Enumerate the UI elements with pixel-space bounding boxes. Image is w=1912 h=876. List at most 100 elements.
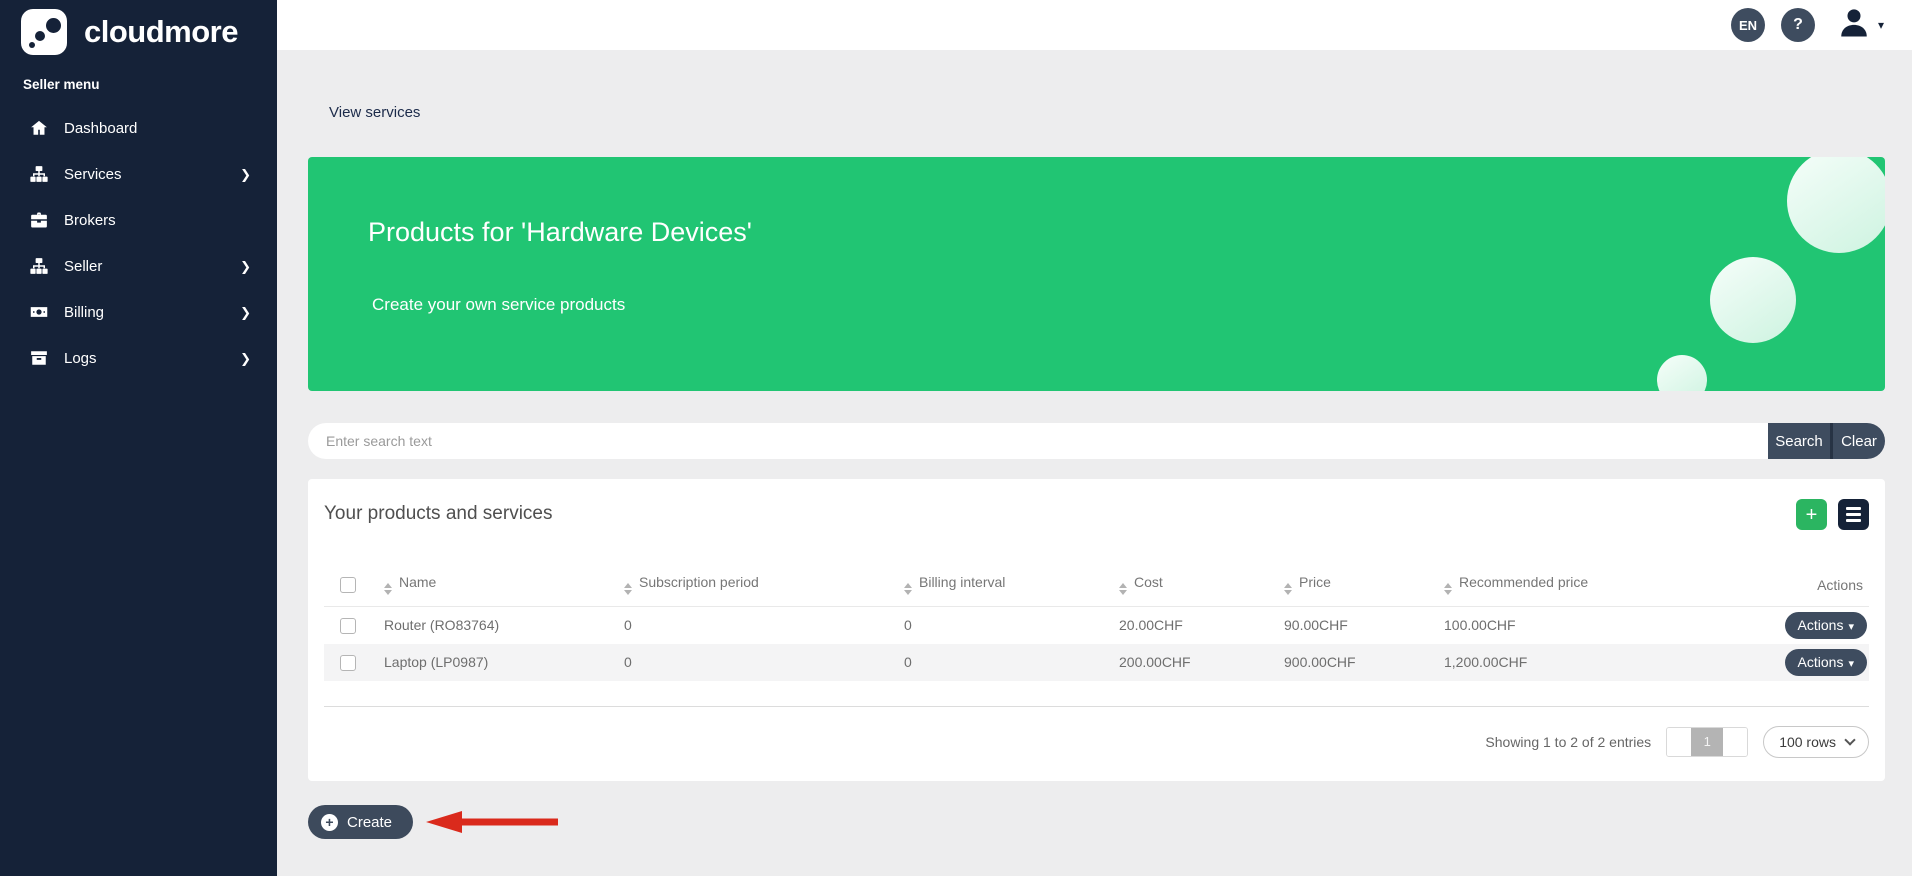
search-input[interactable]: [308, 423, 1768, 459]
previous-page-button[interactable]: [1667, 728, 1691, 756]
table-row: Router (RO83764) 0 0 20.00CHF 90.00CHF 1…: [324, 607, 1869, 644]
column-header-actions: Actions: [1684, 566, 1869, 607]
paginator: 1: [1666, 727, 1748, 757]
search-bar: Search Clear: [308, 423, 1885, 459]
list-icon: [1846, 507, 1861, 510]
chevron-down-icon: [1844, 734, 1855, 745]
decorative-bubble: [1710, 257, 1796, 343]
products-card: Your products and services + Name: [308, 479, 1885, 781]
cell-recommended-price: 1,200.00CHF: [1444, 644, 1684, 681]
chevron-right-icon: ❯: [240, 352, 251, 365]
chevron-right-icon: ❯: [240, 168, 251, 181]
seller-menu-label: Seller menu: [23, 77, 277, 92]
sidebar-item-logs[interactable]: Logs ❯: [0, 335, 277, 381]
create-row: + Create: [308, 805, 1885, 839]
rows-per-page-select[interactable]: 100 rows: [1763, 726, 1869, 758]
sidebar-item-label: Services: [64, 166, 122, 183]
row-actions-button[interactable]: Actions▾: [1785, 612, 1867, 639]
page-title: Products for 'Hardware Devices': [368, 217, 752, 248]
cell-recommended-price: 100.00CHF: [1444, 607, 1684, 644]
column-header-cost[interactable]: Cost: [1119, 566, 1284, 607]
sort-icon: [624, 583, 632, 595]
chevron-right-icon: ❯: [240, 306, 251, 319]
table-footer-divider: [324, 706, 1869, 707]
sidebar-item-seller[interactable]: Seller ❯: [0, 243, 277, 289]
sort-icon: [1119, 583, 1127, 595]
cell-cost: 200.00CHF: [1119, 644, 1284, 681]
user-menu[interactable]: ▾: [1837, 6, 1884, 45]
card-header: Your products and services +: [324, 479, 1869, 530]
column-header-subscription-period[interactable]: Subscription period: [624, 566, 904, 607]
cell-billing-interval: 0: [904, 607, 1119, 644]
search-button[interactable]: Search: [1768, 423, 1830, 459]
cloudmore-logo-icon: [21, 9, 67, 55]
select-all-checkbox[interactable]: [340, 577, 356, 593]
sort-icon: [904, 583, 912, 595]
caret-down-icon: ▾: [1848, 658, 1854, 670]
clear-button[interactable]: Clear: [1830, 423, 1885, 459]
caret-down-icon: ▾: [1878, 18, 1884, 32]
sidebar-item-label: Seller: [64, 258, 102, 275]
column-header-name[interactable]: Name: [384, 566, 624, 607]
card-toolbar: +: [1796, 499, 1869, 530]
help-button[interactable]: ?: [1781, 8, 1815, 42]
sidebar-item-billing[interactable]: Billing ❯: [0, 289, 277, 335]
card-title: Your products and services: [324, 499, 552, 525]
cell-name: Router (RO83764): [384, 607, 624, 644]
row-actions-button[interactable]: Actions▾: [1785, 649, 1867, 676]
page-banner: Products for 'Hardware Devices' Create y…: [308, 157, 1885, 391]
decorative-bubble: [1787, 157, 1885, 253]
money-icon: [30, 303, 48, 321]
sidebar-item-label: Brokers: [64, 212, 116, 229]
red-arrow-annotation: [426, 808, 558, 836]
decorative-bubble: [1657, 355, 1707, 391]
cell-price: 90.00CHF: [1284, 607, 1444, 644]
cell-subscription-period: 0: [624, 607, 904, 644]
brand-logo[interactable]: cloudmore: [0, 0, 277, 55]
sidebar-nav: Dashboard Services ❯ Brokers Seller ❯: [0, 105, 277, 381]
pagination-summary: Showing 1 to 2 of 2 entries: [1485, 734, 1651, 750]
add-product-button[interactable]: +: [1796, 499, 1827, 530]
sidebar-item-dashboard[interactable]: Dashboard: [0, 105, 277, 151]
cell-price: 900.00CHF: [1284, 644, 1444, 681]
sitemap-icon: [30, 165, 48, 183]
column-header-recommended-price[interactable]: Recommended price: [1444, 566, 1684, 607]
caret-down-icon: ▾: [1848, 621, 1854, 633]
sidebar-item-services[interactable]: Services ❯: [0, 151, 277, 197]
sidebar-item-label: Dashboard: [64, 120, 137, 137]
cell-billing-interval: 0: [904, 644, 1119, 681]
main-area: EN ? ▾ View services Products for 'Hardw…: [277, 0, 1912, 876]
next-page-button[interactable]: [1723, 728, 1747, 756]
page-content: View services Products for 'Hardware Dev…: [277, 50, 1912, 876]
cell-subscription-period: 0: [624, 644, 904, 681]
sitemap-icon: [30, 257, 48, 275]
sidebar-item-label: Logs: [64, 350, 97, 367]
sidebar-item-brokers[interactable]: Brokers: [0, 197, 277, 243]
page-subtitle: Create your own service products: [372, 295, 625, 315]
home-icon: [30, 119, 48, 137]
avatar-icon: [1837, 6, 1871, 45]
sidebar: cloudmore Seller menu Dashboard Services…: [0, 0, 277, 876]
sort-icon: [1444, 583, 1452, 595]
column-header-price[interactable]: Price: [1284, 566, 1444, 607]
create-button[interactable]: + Create: [308, 805, 413, 839]
archive-icon: [30, 349, 48, 367]
language-button[interactable]: EN: [1731, 8, 1765, 42]
list-view-button[interactable]: [1838, 499, 1869, 530]
table-row: Laptop (LP0987) 0 0 200.00CHF 900.00CHF …: [324, 644, 1869, 681]
products-table: Name Subscription period Billing interva…: [324, 566, 1869, 681]
column-header-billing-interval[interactable]: Billing interval: [904, 566, 1119, 607]
row-checkbox[interactable]: [340, 655, 356, 671]
row-checkbox[interactable]: [340, 618, 356, 634]
sidebar-item-label: Billing: [64, 304, 104, 321]
cell-cost: 20.00CHF: [1119, 607, 1284, 644]
topbar: EN ? ▾: [277, 0, 1912, 50]
briefcase-icon: [30, 211, 48, 229]
current-page[interactable]: 1: [1691, 728, 1723, 756]
cell-name: Laptop (LP0987): [384, 644, 624, 681]
sort-icon: [384, 583, 392, 595]
plus-circle-icon: +: [321, 814, 338, 831]
brand-wordmark: cloudmore: [84, 14, 238, 50]
breadcrumb-view-services[interactable]: View services: [329, 104, 420, 121]
sort-icon: [1284, 583, 1292, 595]
